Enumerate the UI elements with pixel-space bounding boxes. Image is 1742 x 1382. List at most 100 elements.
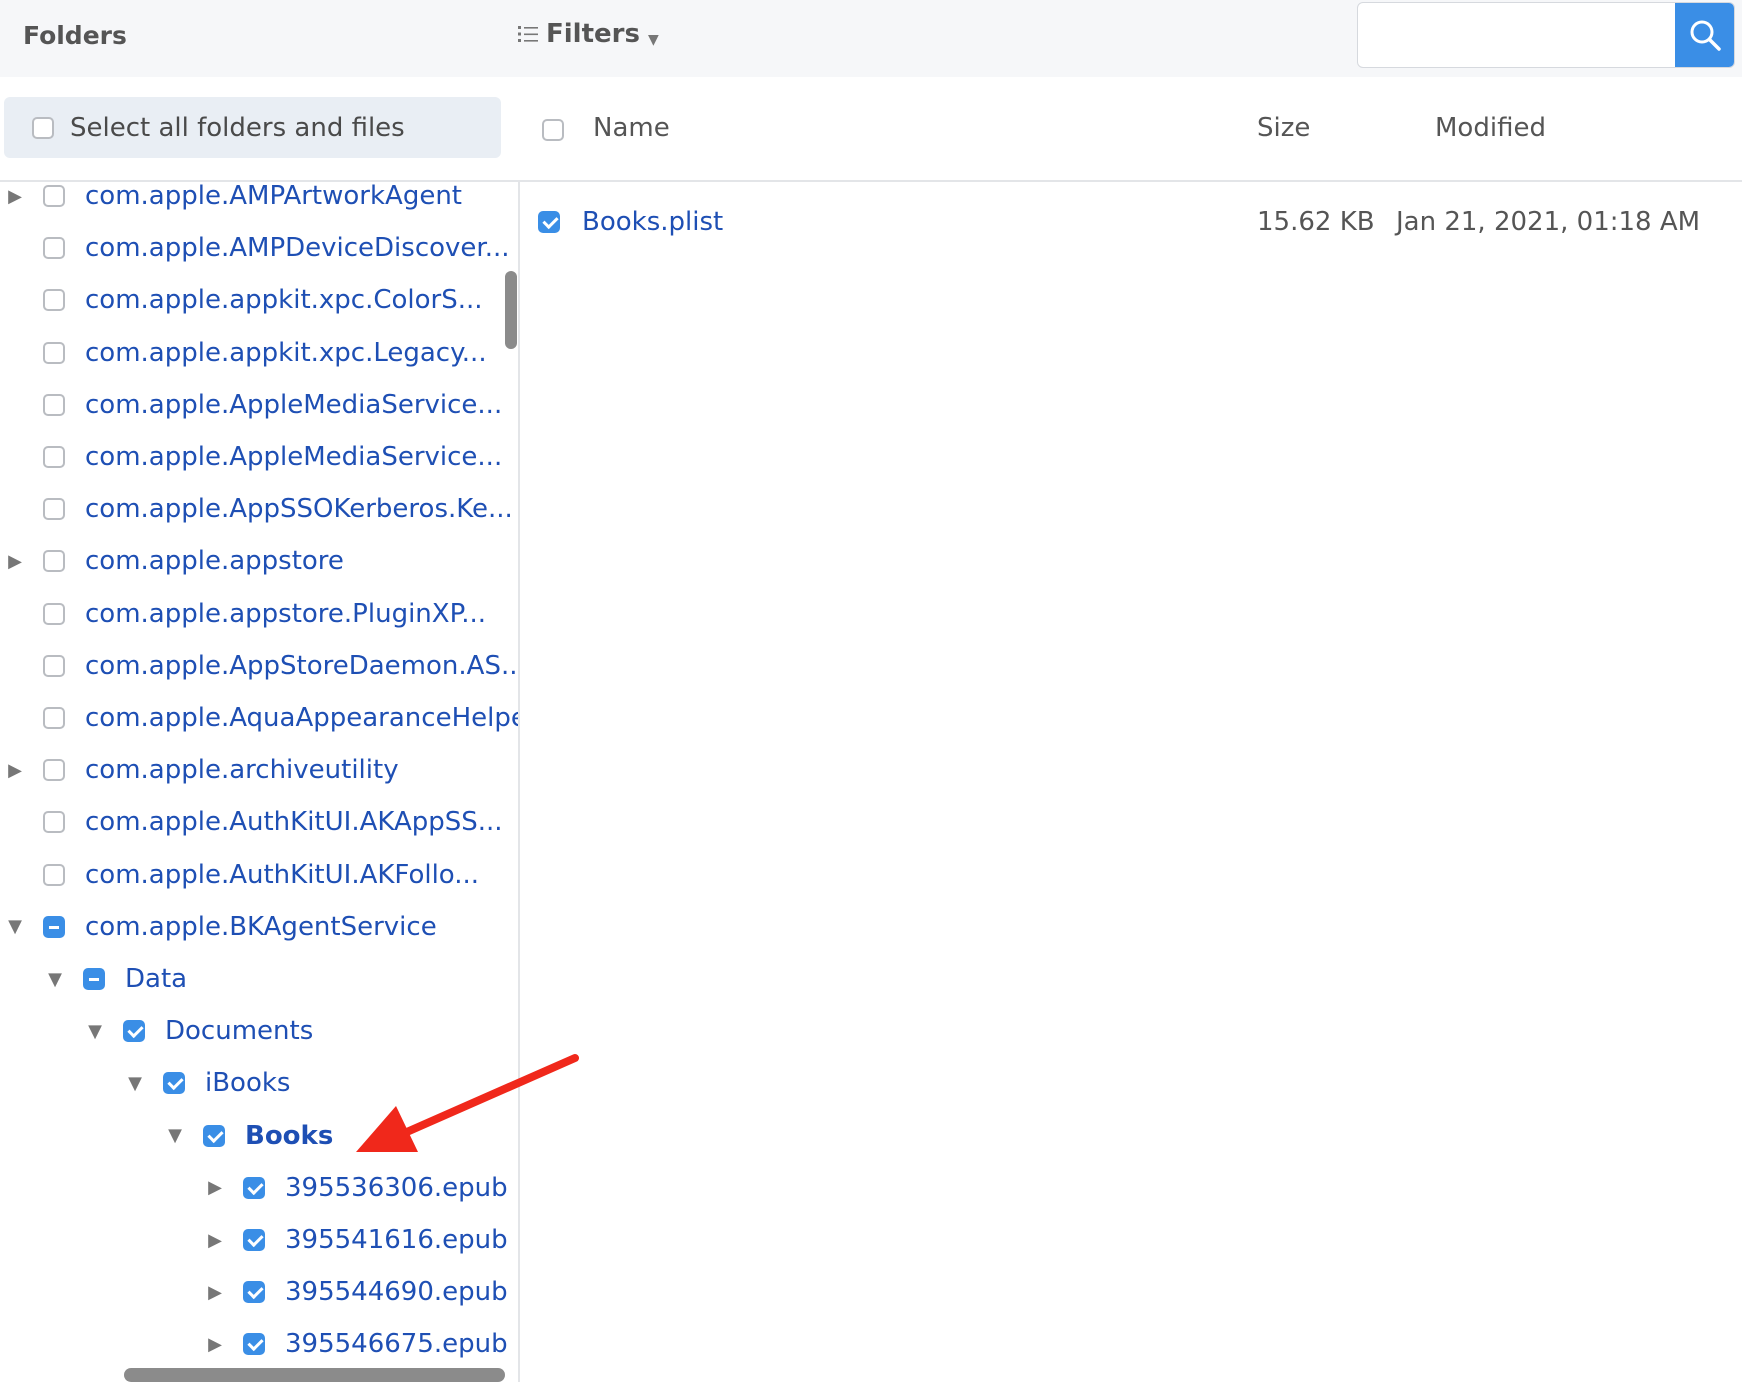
tree-node[interactable]: ▼ Documents: [84, 1005, 313, 1057]
search-icon: [1690, 20, 1721, 51]
triangle-right-icon[interactable]: ▶: [204, 1229, 226, 1251]
tree-node[interactable]: ▼ iBooks: [124, 1057, 290, 1109]
tree-node-checkbox[interactable]: [43, 498, 65, 521]
column-header-modified[interactable]: Modified: [1435, 108, 1546, 148]
tree-node-checkbox[interactable]: [43, 707, 65, 729]
triangle-down-icon[interactable]: ▼: [44, 968, 66, 990]
tree-node-label[interactable]: com.apple.archiveutility: [85, 755, 399, 785]
tree-node[interactable]: ▶ 395541616.epub: [204, 1214, 508, 1266]
tree-node[interactable]: com.apple.AppStoreDaemon.AS...: [4, 640, 518, 692]
file-name[interactable]: Books.plist: [582, 202, 723, 242]
tree-node-label[interactable]: com.apple.AppleMediaService...: [85, 442, 502, 472]
tree-node[interactable]: com.apple.appstore.PluginXP...: [4, 588, 486, 640]
tree-node-label[interactable]: com.apple.BKAgentService: [85, 912, 437, 942]
tree-node-checkbox[interactable]: [243, 1281, 265, 1304]
toggle-spacer: [4, 342, 26, 364]
tree-node-checkbox[interactable]: [43, 393, 65, 416]
tree-node-checkbox[interactable]: [43, 289, 65, 312]
tree-node-checkbox[interactable]: [243, 1333, 265, 1356]
tree-node-checkbox[interactable]: [43, 185, 65, 207]
triangle-right-icon[interactable]: ▶: [204, 1333, 226, 1355]
tree-node-checkbox[interactable]: [123, 1020, 145, 1043]
tree-node-checkbox[interactable]: [43, 237, 65, 260]
tree-node-checkbox[interactable]: [43, 341, 65, 364]
tree-node-checkbox[interactable]: [43, 654, 65, 677]
tree-node-label[interactable]: com.apple.AquaAppearanceHelper: [85, 703, 518, 733]
tree-node-checkbox[interactable]: [163, 1072, 185, 1095]
tree-node[interactable]: ▼ Books: [164, 1110, 333, 1162]
column-header-size[interactable]: Size: [1257, 108, 1310, 148]
triangle-down-icon[interactable]: ▼: [84, 1020, 106, 1042]
tree-node-label[interactable]: com.apple.AuthKitUI.AKFollo...: [85, 860, 479, 890]
search-input[interactable]: [1358, 3, 1676, 67]
tree-node-label[interactable]: com.apple.appkit.xpc.ColorS...: [85, 285, 483, 315]
tree-node[interactable]: com.apple.AppSSOKerberos.Ke...: [4, 483, 513, 535]
tree-node-label[interactable]: com.apple.appstore: [85, 546, 344, 576]
select-all-files-checkbox[interactable]: [542, 119, 564, 141]
tree-node-checkbox[interactable]: [203, 1124, 225, 1147]
tree-node[interactable]: com.apple.AppleMediaService...: [4, 431, 502, 483]
file-row[interactable]: Books.plist 15.62 KB Jan 21, 2021, 01:18…: [520, 196, 1742, 248]
tree-node[interactable]: com.apple.AMPDeviceDiscover...: [4, 222, 510, 274]
triangle-down-icon[interactable]: ▼: [4, 916, 26, 938]
tree-node[interactable]: ▶ com.apple.AMPArtworkAgent: [4, 182, 462, 222]
triangle-right-icon[interactable]: ▶: [4, 185, 26, 207]
tree-node-label[interactable]: 395541616.epub: [285, 1225, 508, 1255]
list-icon: [518, 26, 538, 42]
column-header-name[interactable]: Name: [593, 108, 670, 148]
tree-node[interactable]: com.apple.appkit.xpc.Legacy...: [4, 327, 487, 379]
triangle-down-icon[interactable]: ▼: [124, 1072, 146, 1094]
tree-node-checkbox[interactable]: [43, 602, 65, 625]
tree-node-label[interactable]: com.apple.AppSSOKerberos.Ke...: [85, 494, 513, 524]
tree-node-label[interactable]: com.apple.AppStoreDaemon.AS...: [85, 651, 518, 681]
chevron-down-icon: ▼: [647, 32, 659, 48]
tree-node[interactable]: com.apple.AuthKitUI.AKFollo...: [4, 849, 479, 901]
tree-node-checkbox[interactable]: [243, 1176, 265, 1199]
tree-node[interactable]: ▶ com.apple.archiveutility: [4, 744, 399, 796]
tree-node-label[interactable]: 395546675.epub: [285, 1329, 508, 1359]
tree-node-checkbox[interactable]: [83, 968, 105, 990]
tree-node-checkbox[interactable]: [43, 811, 65, 834]
select-all-row[interactable]: Select all folders and files: [4, 97, 501, 158]
tree-node[interactable]: ▼ com.apple.BKAgentService: [4, 901, 437, 953]
search-button[interactable]: [1675, 3, 1734, 67]
tree-node-checkbox[interactable]: [43, 915, 65, 938]
tree-node[interactable]: com.apple.AquaAppearanceHelper: [4, 692, 518, 744]
tree-node[interactable]: com.apple.AuthKitUI.AKAppSS...: [4, 796, 503, 848]
tree-node[interactable]: ▼ Data: [44, 953, 187, 1005]
select-all-checkbox[interactable]: [32, 116, 54, 139]
triangle-right-icon[interactable]: ▶: [4, 759, 26, 781]
tree-node-label[interactable]: com.apple.AuthKitUI.AKAppSS...: [85, 807, 503, 837]
tree-node[interactable]: ▶ 395546675.epub: [204, 1318, 508, 1370]
tree-node-checkbox[interactable]: [43, 550, 65, 573]
tree-node-label[interactable]: com.apple.appstore.PluginXP...: [85, 599, 486, 629]
tree-node[interactable]: com.apple.AppleMediaService...: [4, 379, 502, 431]
triangle-right-icon[interactable]: ▶: [204, 1281, 226, 1303]
triangle-right-icon[interactable]: ▶: [4, 550, 26, 572]
file-checkbox[interactable]: [538, 211, 560, 233]
tree-node-checkbox[interactable]: [43, 863, 65, 886]
tree-node[interactable]: ▶ 395544690.epub: [204, 1266, 508, 1318]
vertical-scrollbar[interactable]: [505, 271, 517, 349]
tree-node[interactable]: ▶ com.apple.appstore: [4, 535, 344, 587]
triangle-down-icon[interactable]: ▼: [164, 1125, 186, 1147]
tree-node-checkbox[interactable]: [243, 1229, 265, 1251]
toggle-spacer: [4, 237, 26, 259]
tree-node-label[interactable]: com.apple.appkit.xpc.Legacy...: [85, 338, 487, 368]
filters-button[interactable]: Filters ▼: [518, 16, 659, 52]
tree-node-label[interactable]: iBooks: [205, 1068, 290, 1098]
tree-node-checkbox[interactable]: [43, 759, 65, 782]
tree-node-label[interactable]: Documents: [165, 1016, 313, 1046]
tree-node-label[interactable]: Data: [125, 964, 187, 994]
tree-node-label[interactable]: com.apple.AMPDeviceDiscover...: [85, 233, 510, 263]
tree-node[interactable]: com.apple.appkit.xpc.ColorS...: [4, 274, 483, 326]
horizontal-scrollbar[interactable]: [124, 1368, 505, 1382]
tree-node-label[interactable]: 395544690.epub: [285, 1277, 508, 1307]
triangle-right-icon[interactable]: ▶: [204, 1177, 226, 1199]
tree-node-checkbox[interactable]: [43, 446, 65, 468]
tree-node-label[interactable]: com.apple.AppleMediaService...: [85, 390, 502, 420]
toggle-spacer: [4, 811, 26, 833]
select-all-label: Select all folders and files: [70, 112, 405, 143]
tree-node-label[interactable]: com.apple.AMPArtworkAgent: [85, 182, 462, 211]
tree-node-label[interactable]: Books: [245, 1121, 333, 1151]
